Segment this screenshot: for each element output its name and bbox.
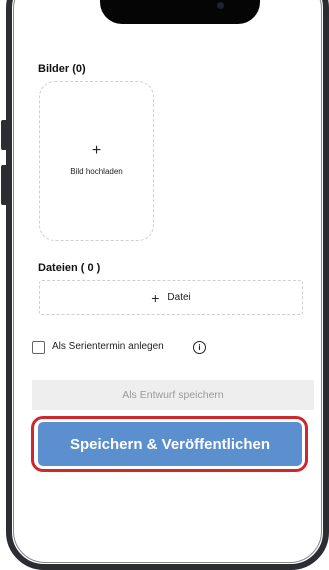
recurring-event-label[interactable]: Als Serientermin anlegen bbox=[52, 341, 164, 352]
save-publish-button[interactable]: Speichern & Veröffentlichen bbox=[38, 422, 302, 466]
phone-notch bbox=[100, 0, 260, 24]
add-file-button[interactable]: + Datei bbox=[39, 280, 303, 315]
save-draft-button[interactable]: Als Entwurf speichern bbox=[32, 380, 314, 410]
recurring-event-checkbox[interactable] bbox=[32, 341, 45, 354]
plus-icon: + bbox=[91, 141, 102, 159]
camera-dot bbox=[217, 2, 224, 9]
image-upload-button[interactable]: + Bild hochladen bbox=[39, 81, 154, 241]
upload-image-label: Bild hochladen bbox=[70, 166, 123, 176]
info-icon[interactable]: i bbox=[193, 341, 206, 354]
images-section-label: Bilder (0) bbox=[38, 63, 86, 75]
files-section-label: Dateien ( 0 ) bbox=[38, 262, 101, 274]
phone-side-button bbox=[1, 165, 6, 205]
add-file-label: Datei bbox=[167, 292, 191, 303]
plus-icon: + bbox=[151, 289, 160, 306]
phone-side-button bbox=[1, 120, 6, 150]
